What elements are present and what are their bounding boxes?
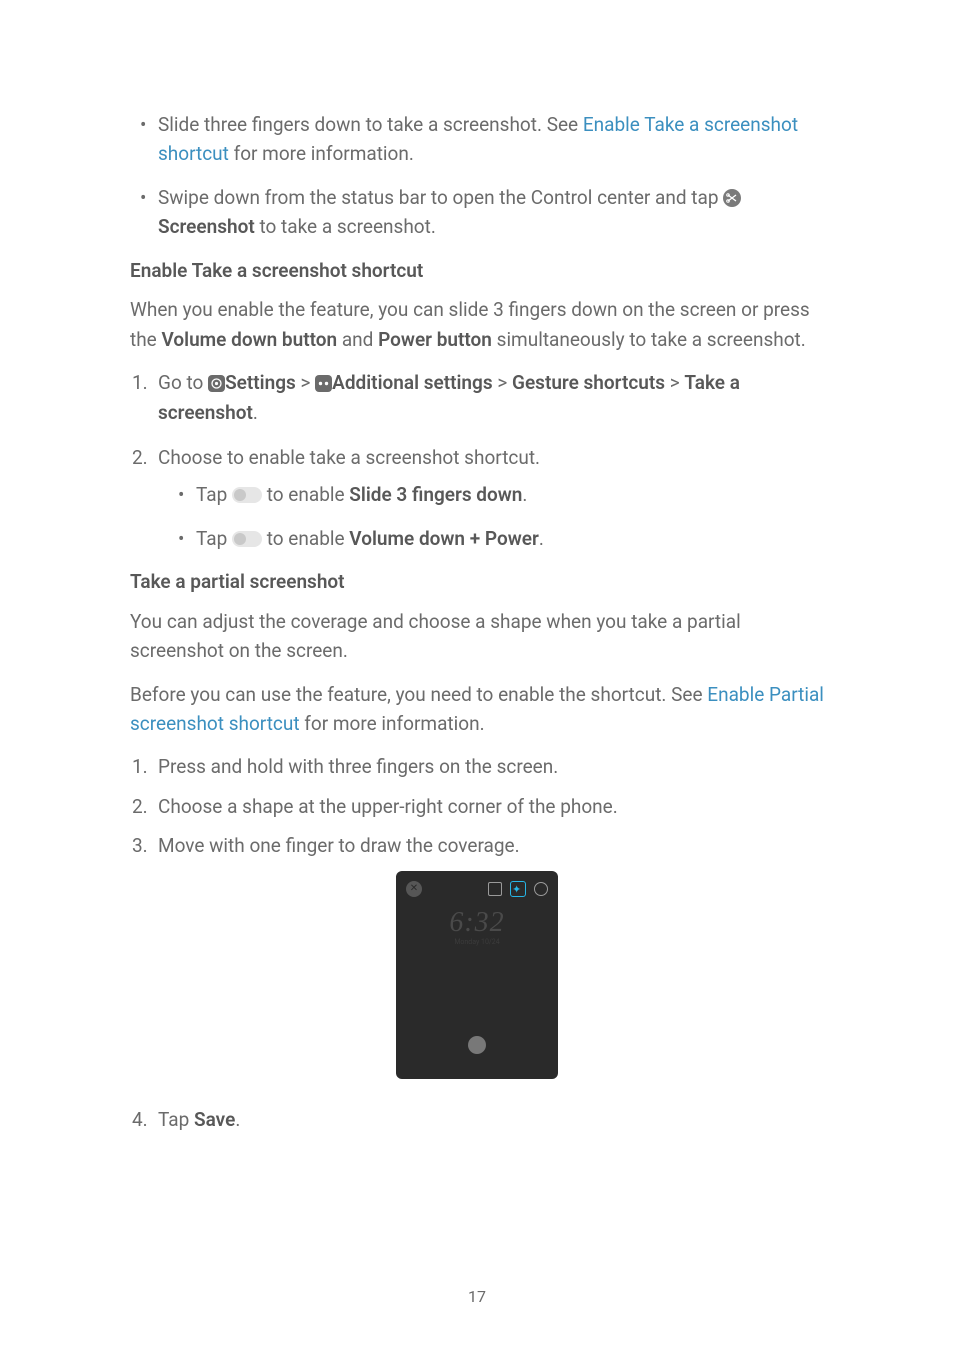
label-save: Save (194, 1108, 235, 1131)
list-number: 3. (132, 831, 148, 860)
bullet-item: Slide three fingers down to take a scree… (158, 110, 824, 169)
paragraph: When you enable the feature, you can sli… (130, 295, 824, 354)
numbered-list-3: 4. Tap Save. (130, 1105, 824, 1134)
list-item: 1. Go to Settings > Additional settings … (158, 368, 824, 427)
text: for more information. (229, 142, 414, 165)
text: . (235, 1108, 240, 1131)
shape-selector (488, 881, 548, 897)
list-number: 4. (132, 1105, 148, 1134)
text: to take a screenshot. (255, 215, 436, 238)
list-number: 2. (132, 443, 148, 472)
bullet-list-1: Slide three fingers down to take a scree… (130, 110, 824, 242)
text: Tap (196, 483, 232, 506)
list-item: 2.Choose a shape at the upper-right corn… (158, 792, 824, 821)
square-shape-icon (488, 882, 502, 896)
numbered-list-1: 1. Go to Settings > Additional settings … (130, 368, 824, 553)
label-gesture-shortcuts: Gesture shortcuts (512, 371, 665, 394)
list-number: 1. (132, 752, 148, 781)
document-page: Slide three fingers down to take a scree… (0, 0, 954, 1350)
phone-illustration: ✕ 6:32 Monday 10/24 (130, 871, 824, 1087)
paragraph: Before you can use the feature, you need… (130, 680, 824, 739)
sub-bullet-list: Tap to enable Slide 3 fingers down. Tap … (158, 480, 824, 553)
text: Move with one finger to draw the coverag… (158, 834, 520, 857)
text: to enable (262, 527, 349, 550)
text: Go to (158, 371, 208, 394)
clock-date: Monday 10/24 (396, 937, 558, 948)
text: Choose a shape at the upper-right corner… (158, 795, 618, 818)
separator: > (296, 371, 315, 394)
bullet-item: Swipe down from the status bar to open t… (158, 183, 824, 242)
text: Tap (158, 1108, 194, 1131)
list-number: 2. (132, 792, 148, 821)
separator: > (493, 371, 512, 394)
settings-icon (208, 375, 225, 392)
label-settings: Settings (225, 371, 296, 394)
bullet-item: Tap to enable Volume down + Power. (196, 524, 824, 553)
list-item: 1.Press and hold with three fingers on t… (158, 752, 824, 781)
paragraph: You can adjust the coverage and choose a… (130, 607, 824, 666)
list-item: 2. Choose to enable take a screenshot sh… (158, 443, 824, 553)
text: Choose to enable take a screenshot short… (158, 446, 540, 469)
text: for more information. (300, 712, 485, 735)
numbered-list-2: 1. Press and hold with three fingers on t… (130, 752, 824, 860)
text: to enable (262, 483, 349, 506)
label-volume-power: Volume down + Power (349, 527, 539, 550)
text: Slide three fingers down to take a scree… (158, 113, 583, 136)
text: and (337, 328, 378, 351)
toggle-off-icon (232, 531, 262, 547)
star-shape-icon (510, 881, 526, 897)
separator: > (665, 371, 684, 394)
phone-screen: ✕ 6:32 Monday 10/24 (396, 871, 558, 1079)
additional-settings-icon (315, 375, 332, 392)
text: Tap (196, 527, 232, 550)
heading-partial-screenshot: Take a partial screenshot (130, 567, 824, 596)
scissors-icon (723, 189, 741, 207)
close-icon: ✕ (406, 881, 422, 897)
circle-shape-icon (534, 882, 548, 896)
finger-indicator (468, 1036, 486, 1054)
text: . (539, 527, 544, 550)
list-item: 4.Tap Save. (158, 1105, 824, 1134)
text: simultaneously to take a screenshot. (492, 328, 806, 351)
label-additional-settings: Additional settings (332, 371, 492, 394)
text: Before you can use the feature, you need… (130, 683, 707, 706)
heading-enable-shortcut: Enable Take a screenshot shortcut (130, 256, 824, 285)
page-number: 17 (0, 1285, 954, 1310)
label-volume-down: Volume down button (161, 328, 337, 351)
bullet-item: Tap to enable Slide 3 fingers down. (196, 480, 824, 509)
text: . (522, 483, 527, 506)
toggle-off-icon (232, 487, 262, 503)
label-slide-3-fingers: Slide 3 fingers down (349, 483, 522, 506)
list-item: 3.Move with one finger to draw the cover… (158, 831, 824, 860)
label-power-button: Power button (378, 328, 492, 351)
phone-top-bar: ✕ (406, 879, 548, 899)
text: Press and hold with three fingers on the… (158, 755, 558, 778)
text: . (253, 401, 258, 424)
text: Swipe down from the status bar to open t… (158, 186, 723, 209)
list-number: 1. (132, 368, 148, 397)
label-screenshot: Screenshot (158, 215, 255, 238)
